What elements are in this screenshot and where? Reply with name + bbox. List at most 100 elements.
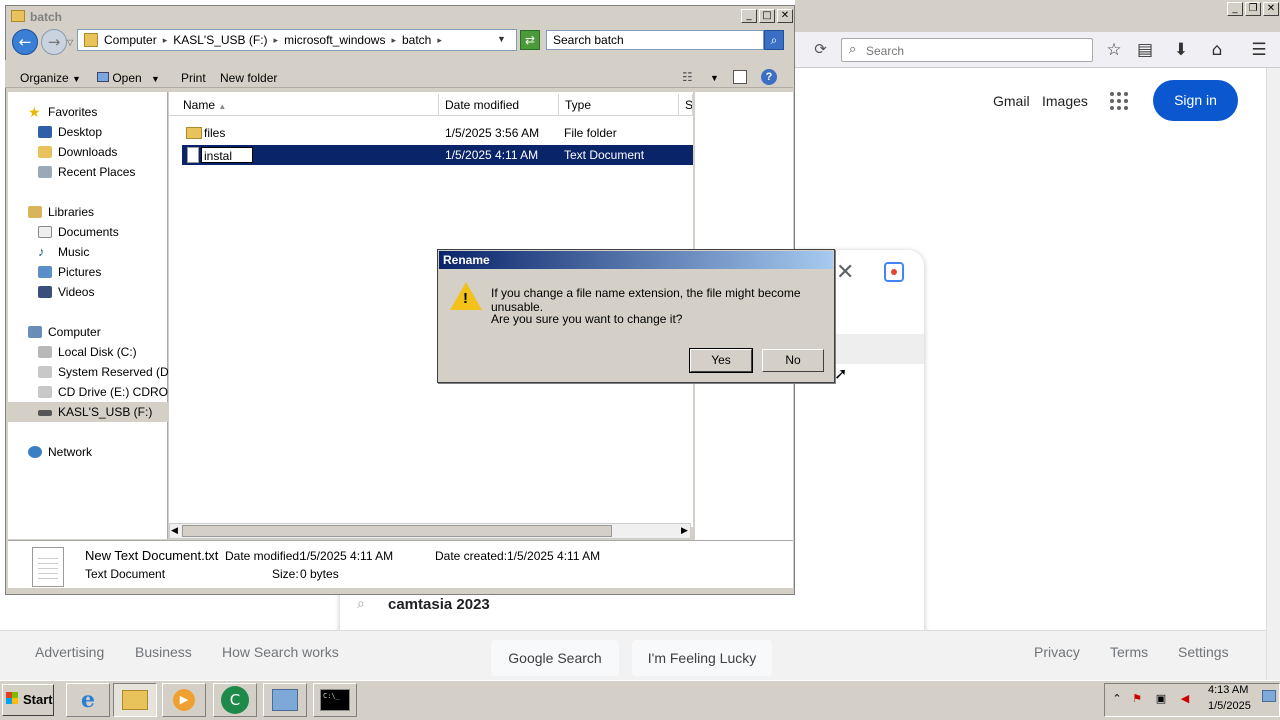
help-icon[interactable]: ? [761, 69, 777, 85]
show-desktop-icon[interactable] [1262, 690, 1276, 702]
taskbar-camtasia[interactable]: C [213, 683, 257, 717]
library-icon[interactable]: ▤ [1133, 39, 1157, 61]
footer-advertising-link[interactable]: Advertising [35, 644, 104, 660]
taskbar-control-panel[interactable] [263, 683, 307, 717]
menu-icon[interactable]: ☰ [1247, 39, 1271, 61]
browser-search-input[interactable]: ⌕ Search [841, 38, 1093, 62]
apps-grid-icon[interactable] [1110, 92, 1128, 110]
breadcrumb-separator-icon[interactable]: ▸ [274, 35, 279, 46]
horizontal-scroll-thumb[interactable] [182, 525, 612, 537]
new-folder-button[interactable]: New folder [220, 71, 277, 85]
nav-favorites[interactable]: ★ Favorites [8, 102, 168, 122]
taskbar-explorer[interactable] [113, 683, 157, 717]
footer-privacy-link[interactable]: Privacy [1034, 644, 1080, 660]
network-tray-icon[interactable]: ▣ [1154, 692, 1168, 706]
yes-button[interactable]: Yes [689, 348, 753, 373]
column-name[interactable]: Name ▲ [177, 94, 439, 116]
file-row[interactable]: files 1/5/2025 3:56 AM File folder [182, 123, 693, 143]
footer-business-link[interactable]: Business [135, 644, 192, 660]
nav-music[interactable]: ♪ Music [8, 242, 168, 262]
gmail-link[interactable]: Gmail [993, 93, 1030, 109]
rename-input[interactable]: instal [201, 147, 253, 163]
breadcrumb-separator-icon[interactable]: ▸ [163, 35, 168, 46]
minimize-button[interactable]: _ [741, 9, 757, 23]
show-hidden-icons[interactable]: ⌃ [1110, 692, 1124, 706]
nav-usb-drive[interactable]: KASL'S_USB (F:) [8, 402, 168, 422]
suggestion-item[interactable]: camtasia 2023 [388, 596, 490, 613]
file-date: 1/5/2025 4:11 AM [445, 148, 539, 162]
download-icon[interactable]: ⬇ [1169, 39, 1193, 61]
sign-in-button[interactable]: Sign in [1153, 80, 1238, 121]
breadcrumb-usb[interactable]: KASL'S_USB (F:) [173, 33, 267, 47]
images-link[interactable]: Images [1042, 93, 1088, 109]
minimize-button[interactable]: _ [1227, 2, 1243, 16]
breadcrumb-microsoft-windows[interactable]: microsoft_windows [284, 33, 385, 47]
breadcrumb-batch[interactable]: batch [402, 33, 431, 47]
breadcrumb-separator-icon[interactable]: ▸ [391, 35, 396, 46]
nav-local-disk[interactable]: Local Disk (C:) [8, 342, 168, 362]
feeling-lucky-button[interactable]: I'm Feeling Lucky [632, 640, 772, 676]
close-button[interactable]: ✕ [777, 9, 793, 23]
clock-time[interactable]: 4:13 AM [1208, 684, 1248, 696]
footer-terms-link[interactable]: Terms [1110, 644, 1148, 660]
breadcrumb-separator-icon[interactable]: ▸ [437, 35, 442, 46]
chevron-down-icon[interactable]: ▼ [710, 73, 719, 83]
clock-date[interactable]: 1/5/2025 [1208, 700, 1251, 712]
clear-search-icon[interactable]: ✕ [836, 260, 854, 285]
forward-button[interactable]: → [41, 29, 67, 55]
volume-muted-icon[interactable]: ◀ [1178, 692, 1192, 706]
action-center-icon[interactable]: ⚑ [1130, 692, 1144, 706]
view-options-icon[interactable]: ☷ [682, 70, 693, 84]
taskbar-media-player[interactable]: ▶ [162, 683, 206, 717]
nav-recent-places[interactable]: Recent Places [8, 162, 168, 182]
scroll-right-icon[interactable]: ▶ [681, 525, 688, 536]
scroll-left-icon[interactable]: ◀ [171, 525, 178, 536]
open-button[interactable]: Open ▼ [97, 71, 160, 85]
home-icon[interactable]: ⌂ [1205, 39, 1229, 61]
reload-icon[interactable]: ⟳ [808, 39, 833, 61]
close-button[interactable]: ✕ [1263, 2, 1279, 16]
nav-system-reserved[interactable]: System Reserved (D:) [8, 362, 176, 382]
taskbar-internet-explorer[interactable]: e [66, 683, 110, 717]
column-type[interactable]: Type [559, 94, 679, 116]
nav-documents[interactable]: Documents [8, 222, 168, 242]
footer-settings-link[interactable]: Settings [1178, 644, 1229, 660]
recent-pages-dropdown-icon[interactable]: ▽ [67, 38, 73, 47]
nav-pictures[interactable]: Pictures [8, 262, 168, 282]
no-button[interactable]: No [762, 349, 824, 372]
column-size[interactable]: Si [679, 94, 693, 116]
maximize-button[interactable]: □ [759, 9, 775, 23]
refresh-icon[interactable]: ⇄ [520, 30, 540, 50]
organize-button[interactable]: Organize ▼ [20, 71, 81, 85]
warning-exclamation-icon: ! [463, 290, 468, 307]
nav-desktop[interactable]: Desktop [8, 122, 168, 142]
browser-scrollbar[interactable] [1266, 68, 1280, 680]
address-dropdown-icon[interactable]: ▼ [497, 34, 506, 44]
search-input[interactable]: Search batch [546, 30, 764, 50]
breadcrumb-computer[interactable]: Computer [104, 33, 157, 47]
preview-pane-icon[interactable] [733, 70, 747, 84]
google-search-button[interactable]: Google Search [491, 640, 619, 676]
browser-window-controls: _ ❐ ✕ [1227, 2, 1279, 16]
nav-downloads[interactable]: Downloads [8, 142, 168, 162]
restore-button[interactable]: ❐ [1245, 2, 1261, 16]
nav-libraries[interactable]: Libraries [8, 202, 168, 222]
pictures-icon [38, 266, 52, 278]
search-icon[interactable]: ⌕ [764, 30, 784, 50]
nav-cd-drive[interactable]: CD Drive (E:) CDROM [8, 382, 178, 402]
address-bar[interactable]: Computer ▸ KASL'S_USB (F:) ▸ microsoft_w… [77, 29, 517, 51]
file-row-selected[interactable]: instal 1/5/2025 4:11 AM Text Document [182, 145, 693, 165]
nav-computer[interactable]: Computer [8, 322, 168, 342]
dialog-title[interactable]: Rename [439, 251, 833, 269]
nav-network[interactable]: Network [8, 442, 168, 462]
taskbar-command-prompt[interactable]: C:\_ [313, 683, 357, 717]
bookmark-star-icon[interactable]: ☆ [1102, 39, 1126, 61]
explorer-titlebar[interactable]: batch _ □ ✕ [6, 6, 794, 28]
column-date-modified[interactable]: Date modified [439, 94, 559, 116]
back-button[interactable]: ← [12, 29, 38, 55]
star-icon: ★ [28, 104, 41, 120]
print-button[interactable]: Print [181, 71, 206, 85]
nav-videos[interactable]: Videos [8, 282, 168, 302]
lens-icon[interactable] [884, 262, 904, 282]
footer-how-search-works-link[interactable]: How Search works [222, 644, 339, 660]
